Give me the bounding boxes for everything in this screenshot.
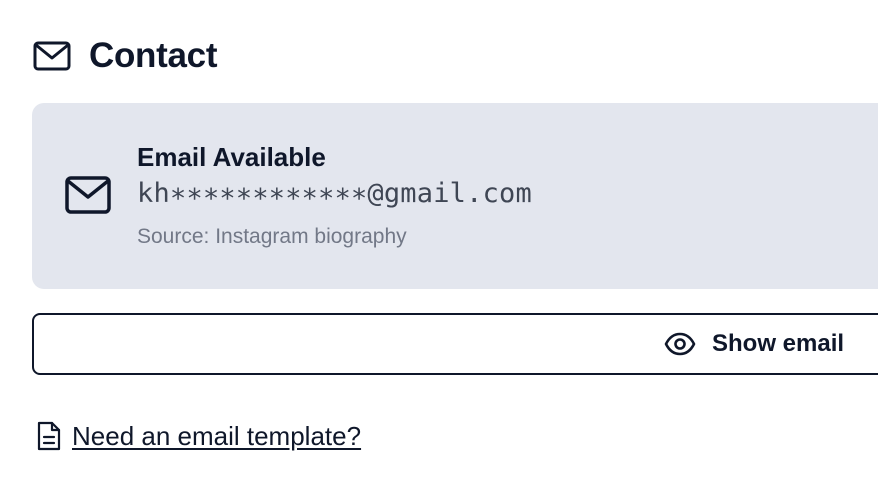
section-header: Contact	[33, 38, 217, 73]
email-card-title: Email Available	[137, 142, 326, 172]
email-card-text: Email Available kh∗∗∗∗∗∗∗∗∗∗∗∗@gmail.com…	[137, 141, 532, 250]
email-template-link-row: Need an email template?	[36, 420, 361, 452]
eye-icon	[664, 332, 696, 356]
email-card: Email Available kh∗∗∗∗∗∗∗∗∗∗∗∗@gmail.com…	[32, 103, 878, 289]
mail-icon	[33, 41, 71, 71]
masked-email: kh∗∗∗∗∗∗∗∗∗∗∗∗@gmail.com	[137, 178, 532, 209]
show-email-label: Show email	[712, 330, 845, 357]
contact-panel: Contact Email Available kh∗∗∗∗∗∗∗∗∗∗∗∗@g…	[0, 0, 878, 478]
show-email-content: Show email	[664, 315, 844, 373]
section-title: Contact	[89, 36, 218, 75]
email-source: Source: Instagram biography	[137, 225, 407, 248]
email-template-link[interactable]: Need an email template?	[72, 421, 361, 452]
document-icon	[36, 420, 62, 452]
show-email-button[interactable]: Show email	[32, 313, 878, 375]
mail-icon	[65, 176, 111, 214]
